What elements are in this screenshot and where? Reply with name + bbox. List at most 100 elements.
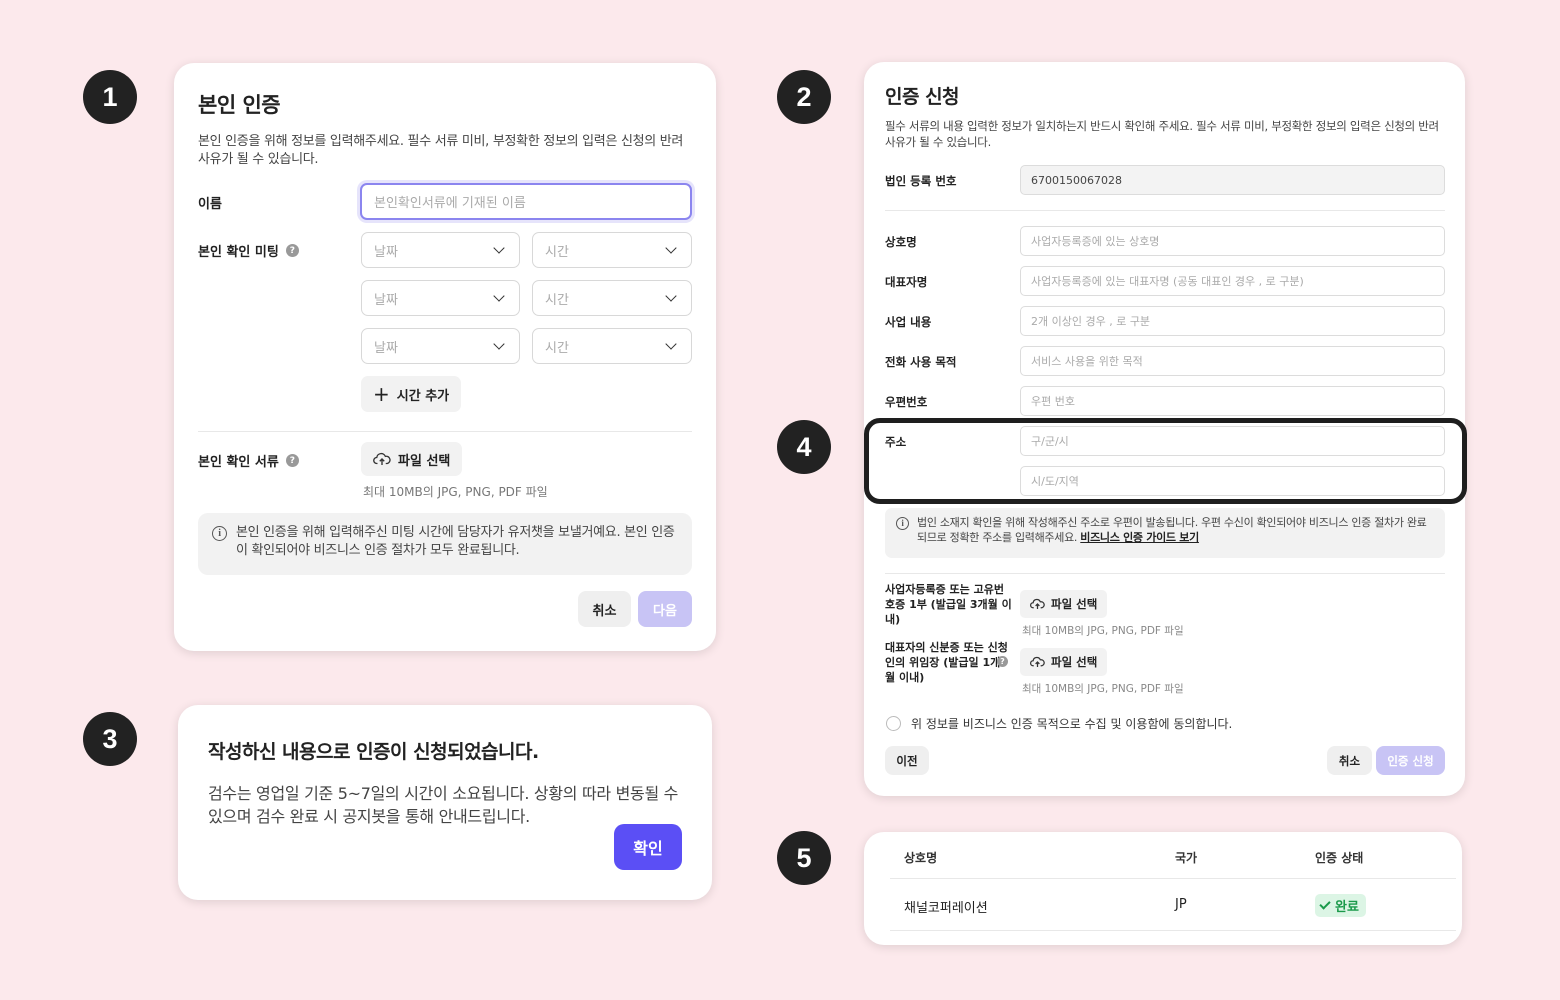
ceo-input[interactable]: 사업자등록증에 있는 대표자명 (공동 대표인 경우 , 로 구분) (1020, 266, 1445, 296)
file-select-label: 파일 선택 (398, 453, 451, 469)
add-time-label: 시간 추가 (396, 388, 450, 404)
name-placeholder: 본인확인서류에 기재된 이름 (374, 196, 526, 211)
doc1-file-select-button[interactable]: 파일 선택 (1020, 590, 1108, 618)
zip-label: 우편번호 (885, 395, 928, 409)
agree-checkbox[interactable] (886, 716, 901, 731)
identity-info-box: i 본인 인증을 위해 입력해주신 미팅 시간에 담당자가 유저챗을 보낼거예요… (198, 513, 692, 575)
identity-verification-card: 본인 인증 본인 인증을 위해 정보를 입력해주세요. 필수 서류 미비, 부정… (174, 63, 716, 651)
zip-input[interactable]: 우편 번호 (1020, 386, 1445, 416)
file-select-button[interactable]: 파일 선택 (361, 442, 463, 476)
agree-text: 위 정보를 비즈니스 인증 목적으로 수집 및 이용함에 동의합니다. (911, 717, 1233, 731)
doc2-file-hint: 최대 10MB의 JPG, PNG, PDF 파일 (1022, 683, 1184, 695)
purpose-placeholder: 서비스 사용을 위한 목적 (1031, 355, 1143, 368)
row-country: JP (1175, 897, 1187, 912)
file-select-label: 파일 선택 (1051, 597, 1098, 611)
purpose-input[interactable]: 서비스 사용을 위한 목적 (1020, 346, 1445, 376)
ceo-placeholder: 사업자등록증에 있는 대표자명 (공동 대표인 경우 , 로 구분) (1031, 275, 1304, 288)
reg-number-field[interactable]: 6700150067028 (1020, 165, 1445, 195)
step-marker-3: 3 (83, 712, 137, 766)
guide-link[interactable]: 비즈니스 인증 가이드 보기 (1080, 531, 1199, 544)
info-icon: i (212, 526, 227, 541)
doc2-file-select-button[interactable]: 파일 선택 (1020, 648, 1108, 676)
divider (885, 573, 1445, 574)
application-title: 인증 신청 (885, 86, 960, 108)
doc1-file-hint: 최대 10MB의 JPG, PNG, PDF 파일 (1022, 625, 1184, 637)
meeting-date-select-2[interactable]: 날짜 (361, 280, 520, 316)
step-marker-2: 2 (777, 70, 831, 124)
help-icon[interactable]: ? (997, 656, 1008, 667)
next-button[interactable]: 다음 (638, 591, 692, 627)
cancel-button[interactable]: 취소 (1327, 746, 1372, 775)
row-divider (890, 930, 1456, 931)
identity-title: 본인 인증 (198, 93, 281, 117)
step-marker-1: 1 (83, 70, 137, 124)
time-placeholder: 시간 (545, 244, 569, 260)
meeting-time-select-1[interactable]: 시간 (532, 232, 692, 268)
confirm-button[interactable]: 확인 (614, 824, 682, 870)
status-badge: 완료 (1315, 894, 1366, 917)
confirmation-body: 검수는 영업일 기준 5~7일의 시간이 소요됩니다. 상황의 따라 변동될 수… (208, 784, 679, 826)
purpose-label: 전화 사용 목적 (885, 355, 957, 369)
confirmation-card: 작성하신 내용으로 인증이 신청되었습니다. 검수는 영업일 기준 5~7일의 … (178, 705, 712, 900)
column-header-country: 국가 (1175, 851, 1198, 865)
time-placeholder: 시간 (545, 340, 569, 356)
cancel-button[interactable]: 취소 (578, 591, 631, 627)
cloud-upload-icon (1030, 598, 1045, 609)
chevron-down-icon (665, 289, 677, 302)
plus-icon: + (373, 382, 390, 406)
name-input[interactable]: 본인확인서류에 기재된 이름 (360, 183, 692, 220)
name-row: 이름 (198, 193, 222, 212)
company-placeholder: 사업자등록증에 있는 상호명 (1031, 235, 1160, 248)
address-highlight-box (864, 418, 1467, 504)
address-info-box: i 법인 소재지 확인을 위해 작성해주신 주소로 우편이 발송됩니다. 우편 … (885, 508, 1445, 558)
document-row: 본인 확인 서류 ? (198, 451, 299, 470)
business-input[interactable]: 2개 이상인 경우 , 로 구분 (1020, 306, 1445, 336)
submit-button[interactable]: 인증 신청 (1376, 746, 1445, 775)
cloud-upload-icon (373, 452, 391, 465)
header-divider (890, 878, 1456, 879)
business-label: 사업 내용 (885, 315, 932, 329)
name-label: 이름 (198, 197, 222, 212)
meeting-date-select-3[interactable]: 날짜 (361, 328, 520, 364)
file-select-label: 파일 선택 (1051, 655, 1098, 669)
meeting-row: 본인 확인 미팅 ? (198, 241, 299, 260)
document-label: 본인 확인 서류 (198, 455, 279, 470)
meeting-label: 본인 확인 미팅 (198, 245, 279, 260)
meeting-date-select-1[interactable]: 날짜 (361, 232, 520, 268)
identity-description: 본인 인증을 위해 정보를 입력해주세요. 필수 서류 미비, 부정확한 정보의… (198, 134, 684, 167)
reg-number-label: 법인 등록 번호 (885, 174, 957, 188)
application-description: 필수 서류의 내용 입력한 정보가 일치하는지 반드시 확인해 주세요. 필수 … (885, 119, 1439, 149)
help-icon[interactable]: ? (285, 454, 299, 467)
chevron-down-icon (493, 337, 505, 350)
column-header-status: 인증 상태 (1315, 851, 1364, 865)
meeting-time-select-3[interactable]: 시간 (532, 328, 692, 364)
add-time-button[interactable]: + 시간 추가 (361, 376, 462, 412)
reg-number-value: 6700150067028 (1031, 173, 1122, 187)
cloud-upload-icon (1030, 656, 1045, 667)
column-header-company: 상호명 (904, 851, 938, 865)
divider (198, 431, 692, 432)
file-hint: 최대 10MB의 JPG, PNG, PDF 파일 (363, 485, 548, 499)
row-company: 채널코퍼레이션 (904, 901, 988, 916)
info-icon: i (896, 517, 909, 530)
prev-button[interactable]: 이전 (885, 746, 929, 775)
check-icon (1319, 898, 1331, 910)
chevron-down-icon (493, 241, 505, 254)
meeting-time-select-2[interactable]: 시간 (532, 280, 692, 316)
step-marker-4: 4 (777, 420, 831, 474)
divider (885, 210, 1445, 211)
zip-placeholder: 우편 번호 (1031, 395, 1075, 408)
date-placeholder: 날짜 (374, 340, 398, 356)
ceo-label: 대표자명 (885, 275, 928, 289)
help-icon[interactable]: ? (285, 244, 299, 257)
doc2-label: 대표자의 신분증 또는 신청인의 위임장 (발급일 1개월 이내) (885, 641, 1008, 684)
date-placeholder: 날짜 (374, 292, 398, 308)
identity-info-text: 본인 인증을 위해 입력해주신 미팅 시간에 담당자가 유저챗을 보낼거예요. … (236, 525, 675, 558)
chevron-down-icon (665, 241, 677, 254)
step-marker-5: 5 (777, 831, 831, 885)
company-label: 상호명 (885, 235, 917, 249)
status-table-card: 상호명 국가 인증 상태 채널코퍼레이션 JP 완료 (864, 832, 1462, 945)
chevron-down-icon (665, 337, 677, 350)
company-input[interactable]: 사업자등록증에 있는 상호명 (1020, 226, 1445, 256)
doc1-label: 사업자등록증 또는 고유번호증 1부 (발급일 3개월 이내) (885, 583, 1012, 626)
